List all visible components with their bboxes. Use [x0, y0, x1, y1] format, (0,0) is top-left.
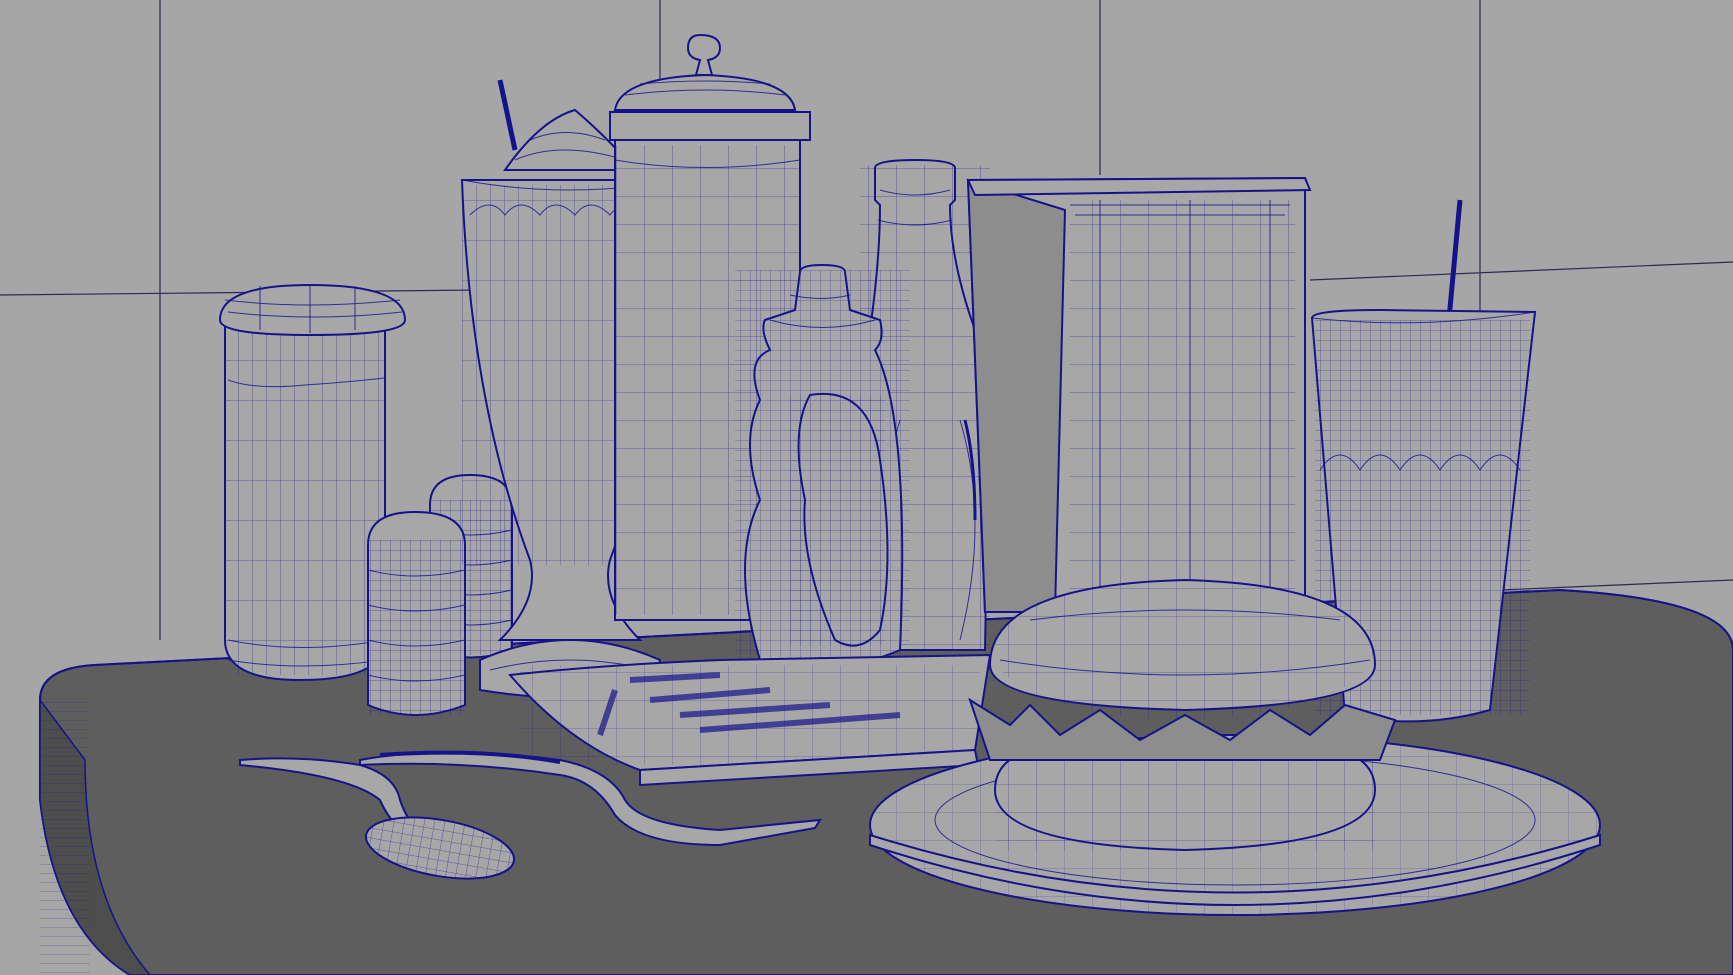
salt-shaker[interactable]	[367, 510, 466, 716]
wireframe-scene	[0, 0, 1733, 975]
napkin-holder[interactable]	[966, 176, 1312, 614]
mustard-bottle[interactable]	[735, 263, 910, 670]
3d-viewport[interactable]	[0, 0, 1733, 975]
